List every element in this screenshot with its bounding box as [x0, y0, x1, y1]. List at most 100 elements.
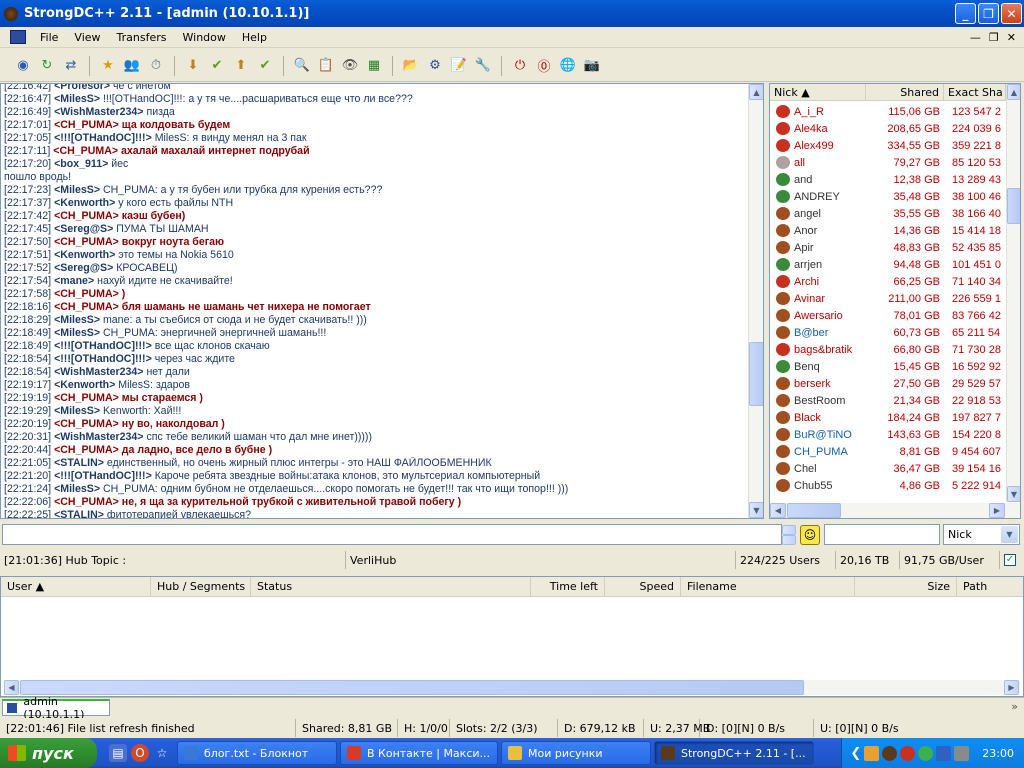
recent-hubs-icon[interactable]: ⏱ — [145, 55, 167, 77]
mdi-close-button[interactable]: ✕ — [1007, 31, 1016, 44]
chat-nick[interactable]: <MilesS> — [54, 314, 100, 326]
user-row[interactable]: CH_PUMA 8,81 GB 9 454 607 — [770, 443, 1006, 460]
scroll-left-button[interactable]: ◀ — [770, 503, 786, 518]
chat-nick[interactable]: <WishMaster234> — [54, 366, 143, 378]
open-file-list-icon[interactable]: 📂 — [400, 55, 422, 77]
chat-nick[interactable]: <Profesor> — [54, 84, 110, 92]
chat-nick[interactable]: <CH_PUMA> — [54, 288, 119, 300]
scroll-up-button[interactable]: ▲ — [749, 84, 763, 100]
user-list[interactable]: Nick ▲ Shared Exact Sha A_i_R 115,06 GB 12… — [769, 83, 1021, 519]
scroll-thumb[interactable] — [787, 503, 841, 518]
chat-nick[interactable]: <MilesS> — [54, 327, 100, 339]
user-row[interactable]: and 12,38 GB 13 289 43 — [770, 171, 1006, 188]
star-icon[interactable]: ☆ — [153, 744, 171, 762]
chat-nick[interactable]: <MilesS> — [54, 405, 100, 417]
col-user[interactable]: User ▲ — [1, 577, 151, 596]
user-row[interactable]: Apir 48,83 GB 52 435 85 — [770, 239, 1006, 256]
message-input[interactable] — [2, 524, 782, 545]
user-row[interactable]: Avinar 211,00 GB 226 559 1 — [770, 290, 1006, 307]
chat-nick[interactable]: <CH_PUMA> — [54, 418, 119, 430]
minimize-button[interactable]: _ — [955, 3, 976, 24]
menu-file[interactable]: File — [32, 31, 66, 44]
user-row[interactable]: Alex499 334,55 GB 359 221 8 — [770, 137, 1006, 154]
chat-nick[interactable]: <WishMaster234> — [54, 431, 143, 443]
col-exact-shared[interactable]: Exact Sha — [944, 84, 1006, 100]
scroll-thumb[interactable] — [1007, 188, 1020, 224]
emoticon-button[interactable]: ☺ — [800, 525, 820, 545]
chat-nick[interactable]: <MilesS> — [54, 93, 100, 105]
scroll-left-button[interactable]: ◀ — [4, 680, 19, 695]
col-nick[interactable]: Nick ▲ — [770, 84, 866, 100]
hub-window-icon[interactable] — [10, 30, 26, 44]
adl-search-icon[interactable]: 📋 — [315, 55, 337, 77]
chat-nick[interactable]: <Kenworth> — [54, 249, 115, 261]
limiter-icon[interactable]: ⓪ — [533, 55, 555, 77]
chat-nick[interactable]: <MilesS> — [54, 483, 100, 495]
chat-nick[interactable]: <CH_PUMA> — [54, 119, 119, 131]
favorites-icon[interactable]: ★ — [97, 55, 119, 77]
chat-nick[interactable]: <!!![OTHandOC]!!!> — [54, 470, 152, 482]
scroll-thumb[interactable] — [20, 680, 804, 695]
userlist-toggle-checkbox[interactable]: ✓ — [1004, 554, 1016, 566]
chat-nick[interactable]: <CH_PUMA> — [53, 145, 118, 157]
col-filename[interactable]: Filename — [681, 577, 855, 596]
away-icon[interactable]: 📷 — [581, 55, 603, 77]
settings-icon[interactable]: ⚙ — [424, 55, 446, 77]
search-icon[interactable]: 🔍 — [291, 55, 313, 77]
scroll-down-button[interactable]: ▼ — [1007, 486, 1020, 502]
filter-column-select[interactable]: Nick ▼ — [943, 524, 1020, 545]
user-row[interactable]: bags&bratik 66,80 GB 71 730 28 — [770, 341, 1006, 358]
cdm-debug-icon[interactable]: 🔧 — [472, 55, 494, 77]
tray-app-icon[interactable] — [900, 745, 916, 761]
upload-queue-icon[interactable]: ⬆ — [230, 55, 252, 77]
start-button[interactable]: пуск — [0, 738, 97, 768]
chat-nick[interactable]: <Sereg@S> — [54, 223, 113, 235]
taskbar-button[interactable]: Мои рисунки — [501, 741, 651, 765]
user-vscroll[interactable]: ▲ ▼ — [1006, 84, 1020, 502]
chat-nick[interactable]: <CH_PUMA> — [54, 496, 119, 508]
user-row[interactable]: all 79,27 GB 85 120 53 — [770, 154, 1006, 171]
search-spy-icon[interactable]: 👁 — [339, 55, 361, 77]
network-stats-icon[interactable]: ▦ — [363, 55, 385, 77]
col-path[interactable]: Path — [957, 577, 1021, 596]
reconnect-icon[interactable]: ↻ — [36, 55, 58, 77]
chat-nick[interactable]: <STALIN> — [54, 509, 104, 518]
chat-nick[interactable]: <CH_PUMA> — [54, 236, 119, 248]
mdi-restore-button[interactable]: ❐ — [989, 31, 999, 44]
connect-icon[interactable]: ◉ — [12, 55, 34, 77]
network-tray-icon[interactable] — [936, 745, 952, 761]
user-row[interactable]: angel 35,55 GB 38 166 40 — [770, 205, 1006, 222]
user-row[interactable]: BestRoom 21,34 GB 22 918 53 — [770, 392, 1006, 409]
input-spin-down[interactable] — [782, 535, 796, 545]
chat-nick[interactable]: <mane> — [54, 275, 94, 287]
opera-icon[interactable]: O — [131, 744, 149, 762]
transfers-panel[interactable]: User ▲ Hub / Segments Status Time left S… — [0, 576, 1024, 697]
user-row[interactable]: Chel 36,47 GB 39 154 16 — [770, 460, 1006, 477]
user-row[interactable]: Black 184,24 GB 197 827 7 — [770, 409, 1006, 426]
col-shared[interactable]: Shared — [866, 84, 944, 100]
user-row[interactable]: B@ber 60,73 GB 65 211 54 — [770, 324, 1006, 341]
user-row[interactable]: Anor 14,36 GB 15 414 18 — [770, 222, 1006, 239]
chat-nick[interactable]: <!!![OTHandOC]!!!> — [54, 353, 152, 365]
scroll-thumb[interactable] — [749, 342, 763, 406]
mdi-minimize-button[interactable]: — — [970, 31, 981, 44]
chat-nick[interactable]: <Kenworth> — [54, 379, 115, 391]
user-row[interactable]: Archi 66,25 GB 71 140 34 — [770, 273, 1006, 290]
scroll-right-button[interactable]: ▶ — [1004, 680, 1019, 695]
maximize-button[interactable]: ❐ — [978, 3, 999, 24]
chat-nick[interactable]: <!!![OTHandOC]!!!> — [54, 132, 152, 144]
chat-nick[interactable]: <CH_PUMA> — [54, 301, 119, 313]
col-hub-segments[interactable]: Hub / Segments — [151, 577, 251, 596]
menu-transfers[interactable]: Transfers — [109, 31, 175, 44]
taskbar-button[interactable]: В Контакте | Макси... — [340, 741, 498, 765]
user-row[interactable]: A_i_R 115,06 GB 123 547 2 — [770, 103, 1006, 120]
follow-redirect-icon[interactable]: ⇄ — [60, 55, 82, 77]
strongdc-tray-icon[interactable] — [882, 745, 898, 761]
chat-nick[interactable]: <Kenworth> — [54, 197, 115, 209]
tray-expand-icon[interactable]: ❮ — [850, 746, 861, 761]
chat-nick[interactable]: <!!![OTHandOC]!!!> — [54, 340, 152, 352]
col-status[interactable]: Status — [251, 577, 531, 596]
user-row[interactable]: berserk 27,50 GB 29 529 57 — [770, 375, 1006, 392]
chat-panel[interactable]: [22:16:42] <Profesor> че с инетом [22:16:… — [0, 83, 764, 519]
user-row[interactable]: arrjen 94,48 GB 101 451 0 — [770, 256, 1006, 273]
